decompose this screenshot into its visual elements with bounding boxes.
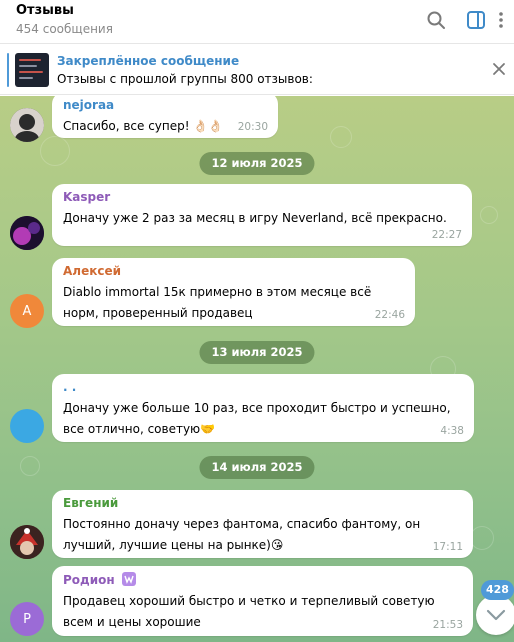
pinned-message-bar[interactable]: Закреплённое сообщение Отзывы с прошлой … (0, 45, 514, 95)
message-text: Постоянно доначу через фантома, спасибо … (63, 517, 421, 552)
user-photo-icon (10, 525, 44, 559)
chat-header: Отзывы 454 сообщения (0, 0, 514, 44)
background-doodle (20, 456, 40, 476)
message-sender[interactable]: Алексей (63, 264, 405, 278)
message-sender[interactable]: Родион (63, 572, 463, 587)
pinned-text: Отзывы с прошлой группы 800 отзывов: (57, 72, 313, 86)
close-icon[interactable] (492, 62, 506, 76)
avatar[interactable]: Р (10, 602, 44, 636)
avatar[interactable] (10, 216, 44, 250)
sidebar-toggle-icon[interactable] (465, 9, 487, 31)
message-time: 22:46 (374, 309, 405, 321)
message-bubble[interactable]: Kasper Доначу уже 2 раз за месяц в игру … (52, 184, 472, 246)
message-bubble[interactable]: Евгений Постоянно доначу через фантома, … (52, 490, 473, 558)
pinned-thumbnail (15, 53, 49, 87)
premium-badge-icon (121, 572, 136, 586)
scroll-down-button[interactable] (476, 595, 514, 635)
message-bubble[interactable]: nejoraa Спасибо, все супер! 👌🏻👌🏻 20:30 (52, 96, 278, 138)
message-text: Спасибо, все супер! 👌🏻👌🏻 (63, 119, 224, 133)
message-sender[interactable]: Kasper (63, 190, 462, 204)
date-separator: 13 июля 2025 (199, 341, 315, 364)
avatar[interactable] (10, 525, 44, 559)
message-sender[interactable]: nejoraa (63, 98, 268, 112)
message-text: Diablo immortal 15к примерно в этом меся… (63, 285, 372, 320)
message-sender-name: Родион (63, 573, 115, 587)
date-separator: 12 июля 2025 (199, 152, 315, 175)
avatar[interactable] (10, 409, 44, 443)
message-text: Доначу уже 2 раз за месяц в игру Neverla… (63, 211, 447, 225)
chat-title[interactable]: Отзывы (16, 3, 74, 18)
chat-area[interactable]: nejoraa Спасибо, все супер! 👌🏻👌🏻 20:30 1… (0, 96, 514, 642)
message-text: Доначу уже больше 10 раз, все проходит б… (63, 401, 451, 436)
message-time: 17:11 (432, 541, 463, 553)
more-menu-icon[interactable] (494, 9, 508, 31)
message-time: 22:27 (431, 229, 462, 241)
user-photo-icon (10, 216, 44, 250)
avatar[interactable] (10, 108, 44, 142)
unread-count-badge: 428 (481, 580, 514, 600)
message-time: 21:53 (432, 619, 463, 631)
search-icon[interactable] (425, 9, 447, 31)
avatar[interactable]: А (10, 294, 44, 328)
message-bubble[interactable]: . . Доначу уже больше 10 раз, все проход… (52, 374, 474, 442)
message-text: Продавец хороший быстро и четко и терпел… (63, 594, 435, 629)
user-photo-icon (10, 108, 44, 142)
date-separator: 14 июля 2025 (199, 456, 315, 479)
background-doodle (40, 136, 70, 166)
message-bubble[interactable]: Алексей Diablo immortal 15к примерно в э… (52, 258, 415, 326)
message-sender[interactable]: Евгений (63, 496, 463, 510)
message-bubble[interactable]: Родион Продавец хороший быстро и четко и… (52, 566, 473, 636)
message-time: 4:38 (440, 425, 464, 437)
background-doodle (480, 206, 498, 224)
message-sender[interactable]: . . (63, 380, 464, 394)
message-time: 20:30 (237, 121, 268, 133)
chevron-down-icon (486, 609, 506, 621)
background-doodle (470, 526, 494, 550)
pinned-title: Закреплённое сообщение (57, 54, 240, 68)
message-count: 454 сообщения (16, 22, 113, 36)
pinned-indicator (7, 53, 9, 87)
background-doodle (330, 126, 352, 148)
